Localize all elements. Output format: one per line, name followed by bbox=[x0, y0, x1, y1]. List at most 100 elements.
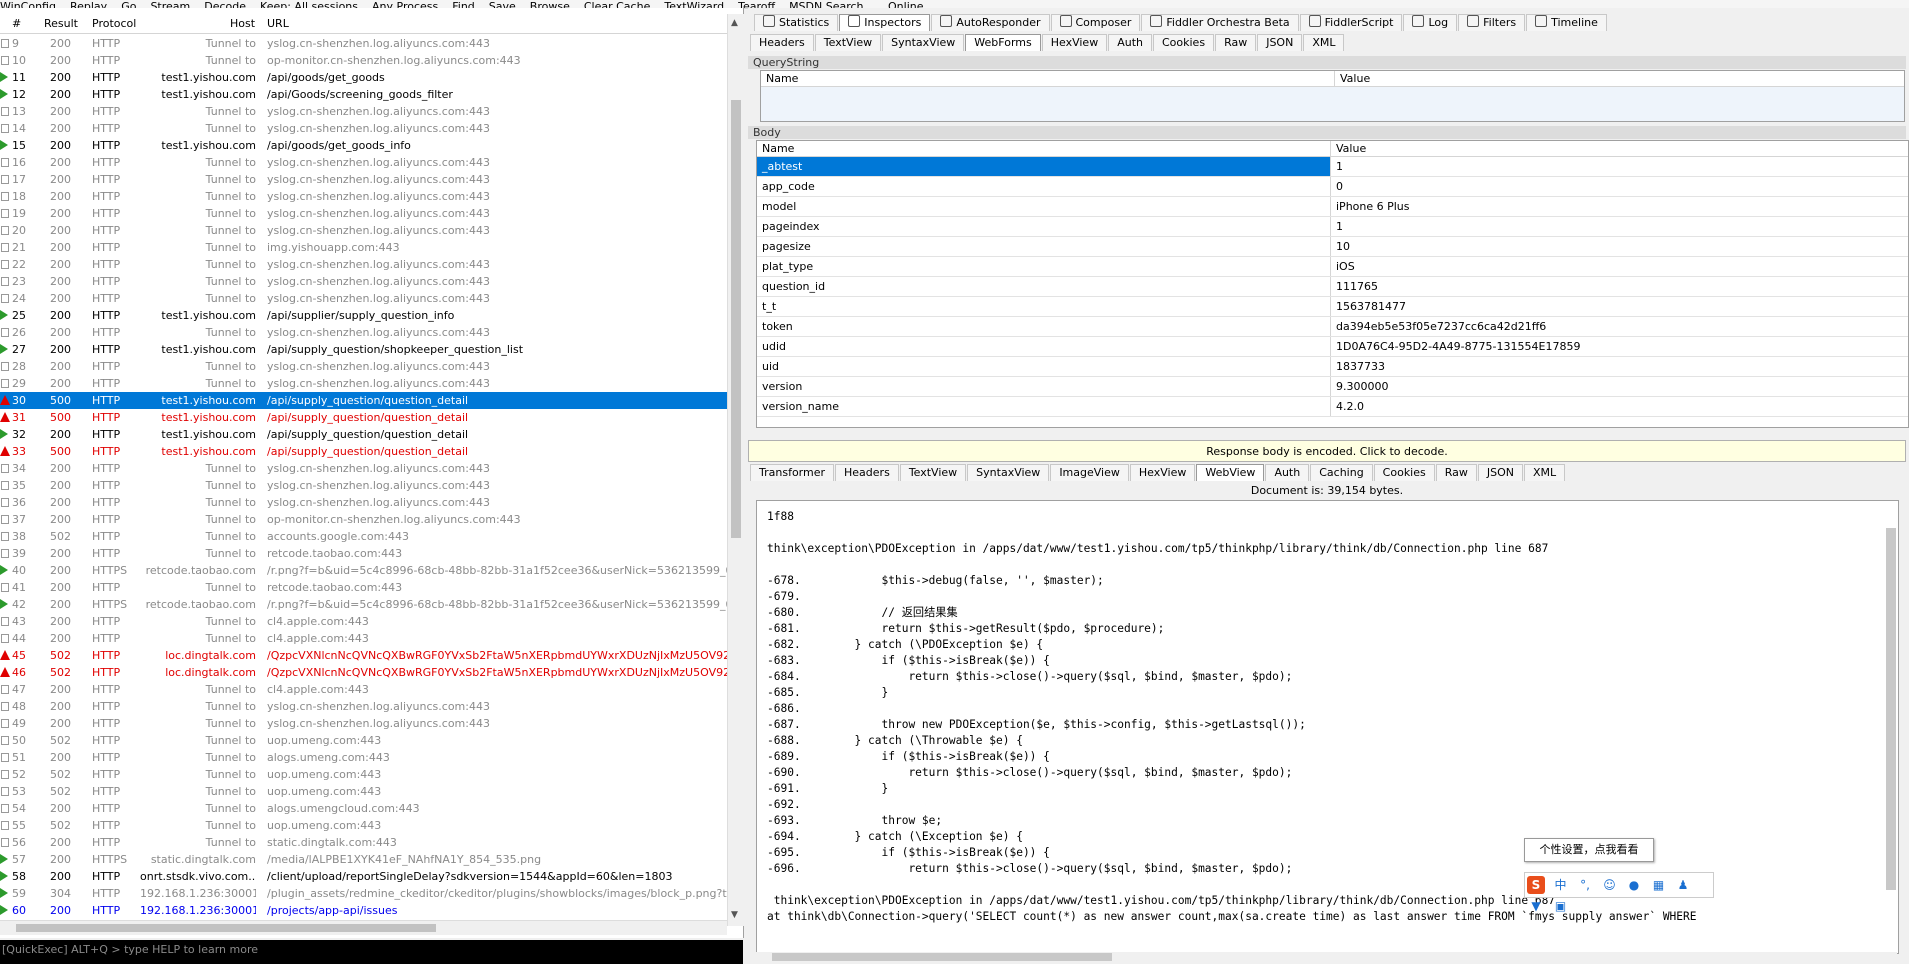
tab-caching[interactable]: Caching bbox=[1310, 464, 1373, 481]
col-result[interactable]: Result bbox=[44, 17, 78, 30]
session-row[interactable]: 44 200 HTTP Tunnel to cl4.apple.com:443 bbox=[0, 630, 727, 647]
session-row[interactable]: 9 200 HTTP Tunnel to yslog.cn-shenzhen.log.a… bbox=[0, 35, 727, 52]
col-protocol[interactable]: Protocol bbox=[92, 17, 136, 30]
punctuation-icon[interactable]: °, bbox=[1576, 876, 1594, 894]
quickexec-bar[interactable]: [QuickExec] ALT+Q > type HELP to learn m… bbox=[0, 940, 743, 964]
tab-filters[interactable]: Filters bbox=[1458, 14, 1526, 31]
quickexec-input[interactable]: [QuickExec] ALT+Q > type HELP to learn m… bbox=[0, 943, 258, 956]
body-row[interactable]: t_t 1563781477 bbox=[757, 297, 1908, 317]
querystring-name-header[interactable]: Name bbox=[761, 71, 1335, 86]
session-row[interactable]: 53 502 HTTP Tunnel to uop.umeng.com:443 bbox=[0, 783, 727, 800]
session-row[interactable]: 37 200 HTTP Tunnel to op-monitor.cn-shenzhen… bbox=[0, 511, 727, 528]
session-row[interactable]: 28 200 HTTP Tunnel to yslog.cn-shenzhen.log.… bbox=[0, 358, 727, 375]
tab-cookies[interactable]: Cookies bbox=[1373, 464, 1435, 481]
session-row[interactable]: 21 200 HTTP Tunnel to img.yishouapp.com:443 bbox=[0, 239, 727, 256]
session-row[interactable]: 22 200 HTTP Tunnel to yslog.cn-shenzhen.log.… bbox=[0, 256, 727, 273]
session-row[interactable]: 26 200 HTTP Tunnel to yslog.cn-shenzhen.log.… bbox=[0, 324, 727, 341]
body-value-header[interactable]: Value bbox=[1332, 141, 1892, 156]
tab-hexview[interactable]: HexView bbox=[1129, 464, 1196, 481]
session-row[interactable]: 35 200 HTTP Tunnel to yslog.cn-shenzhen.log.… bbox=[0, 477, 727, 494]
col-host[interactable]: Host bbox=[230, 17, 255, 30]
tab-xml[interactable]: XML bbox=[1303, 34, 1345, 51]
tab-inspectors[interactable]: Inspectors bbox=[839, 14, 931, 31]
session-row[interactable]: 43 200 HTTP Tunnel to cl4.apple.com:443 bbox=[0, 613, 727, 630]
scrollbar-thumb[interactable] bbox=[731, 100, 741, 538]
tab-autoresponder[interactable]: AutoResponder bbox=[931, 14, 1050, 31]
session-row[interactable]: 36 200 HTTP Tunnel to yslog.cn-shenzhen.log.… bbox=[0, 494, 727, 511]
session-row[interactable]: 30 500 HTTP test1.yishou.com/api/supply_que… bbox=[0, 392, 727, 409]
scrollbar-thumb[interactable] bbox=[1886, 528, 1896, 890]
session-row[interactable]: 46 502 HTTP loc.dingtalk.com/QzpcVXNlcnNcQV… bbox=[0, 664, 727, 681]
session-row[interactable]: 29 200 HTTP Tunnel to yslog.cn-shenzhen.log.… bbox=[0, 375, 727, 392]
querystring-value-header[interactable]: Value bbox=[1336, 71, 1896, 86]
tab-json[interactable]: JSON bbox=[1477, 464, 1524, 481]
session-row[interactable]: 27 200 HTTP test1.yishou.com/api/supply_que… bbox=[0, 341, 727, 358]
body-row[interactable]: app_code 0 bbox=[757, 177, 1908, 197]
session-row[interactable]: 18 200 HTTP Tunnel to yslog.cn-shenzhen.log.… bbox=[0, 188, 727, 205]
tab-syntaxview[interactable]: SyntaxView bbox=[882, 34, 965, 51]
session-list-vscrollbar[interactable]: ▲ ▼ bbox=[727, 14, 744, 926]
session-row[interactable]: 32 200 HTTP test1.yishou.com/api/supply_que… bbox=[0, 426, 727, 443]
body-row[interactable]: token da394eb5e53f05e7237cc6ca42d21ff6 bbox=[757, 317, 1908, 337]
tab-timeline[interactable]: Timeline bbox=[1526, 14, 1607, 31]
toolbox-icon[interactable]: ▣ bbox=[1552, 897, 1570, 915]
session-row[interactable]: 12 200 HTTP test1.yishou.com/api/Goods/scre… bbox=[0, 86, 727, 103]
session-row[interactable]: 54 200 HTTP Tunnel to alogs.umengcloud.com:4… bbox=[0, 800, 727, 817]
tab-composer[interactable]: Composer bbox=[1050, 14, 1141, 31]
decode-banner[interactable]: Response body is encoded. Click to decod… bbox=[748, 440, 1906, 462]
tab-hexview[interactable]: HexView bbox=[1041, 34, 1108, 51]
session-row[interactable]: 59 304 HTTP 192.168.1.236:30001/plugin_asse… bbox=[0, 885, 727, 902]
sogou-logo-icon[interactable]: S bbox=[1527, 876, 1545, 894]
chinese-mode-icon[interactable]: 中 bbox=[1552, 876, 1570, 894]
scroll-up-icon[interactable]: ▲ bbox=[731, 18, 738, 28]
tab-log[interactable]: Log bbox=[1403, 14, 1458, 31]
session-row[interactable]: 14 200 HTTP Tunnel to yslog.cn-shenzhen.log.… bbox=[0, 120, 727, 137]
scrollbar-thumb[interactable] bbox=[772, 953, 1112, 961]
session-row[interactable]: 60 200 HTTP 192.168.1.236:30001/projects/ap… bbox=[0, 902, 727, 919]
tab-imageview[interactable]: ImageView bbox=[1050, 464, 1129, 481]
session-row[interactable]: 25 200 HTTP test1.yishou.com/api/supplier/s… bbox=[0, 307, 727, 324]
tab-webforms[interactable]: WebForms bbox=[965, 34, 1041, 51]
body-row[interactable]: pagesize 10 bbox=[757, 237, 1908, 257]
session-row[interactable]: 31 500 HTTP test1.yishou.com/api/supply_que… bbox=[0, 409, 727, 426]
session-row[interactable]: 48 200 HTTP Tunnel to yslog.cn-shenzhen.log.… bbox=[0, 698, 727, 715]
session-row[interactable]: 56 200 HTTP Tunnel to static.dingtalk.com:44… bbox=[0, 834, 727, 851]
tab-transformer[interactable]: Transformer bbox=[750, 464, 835, 481]
col-url[interactable]: URL bbox=[267, 17, 289, 30]
body-row[interactable]: plat_type iOS bbox=[757, 257, 1908, 277]
body-row[interactable]: version 9.300000 bbox=[757, 377, 1908, 397]
session-row[interactable]: 13 200 HTTP Tunnel to yslog.cn-shenzhen.log.… bbox=[0, 103, 727, 120]
session-row[interactable]: 11 200 HTTP test1.yishou.com/api/goods/get_… bbox=[0, 69, 727, 86]
session-row[interactable]: 45 502 HTTP loc.dingtalk.com/QzpcVXNlcnNcQV… bbox=[0, 647, 727, 664]
scroll-down-icon[interactable]: ▼ bbox=[731, 910, 738, 920]
tab-auth[interactable]: Auth bbox=[1265, 464, 1310, 481]
session-row[interactable]: 42 200 HTTPS retcode.taobao.com/r.png?f=b&u… bbox=[0, 596, 727, 613]
tab-webview[interactable]: WebView bbox=[1196, 464, 1265, 481]
tab-xml[interactable]: XML bbox=[1524, 464, 1566, 481]
tab-cookies[interactable]: Cookies bbox=[1152, 34, 1215, 51]
tab-headers[interactable]: Headers bbox=[750, 34, 814, 51]
body-row[interactable]: model iPhone 6 Plus bbox=[757, 197, 1908, 217]
session-row[interactable]: 38 502 HTTP Tunnel to accounts.google.com:44… bbox=[0, 528, 727, 545]
shirt-icon[interactable]: ▼ bbox=[1527, 897, 1545, 915]
tab-headers[interactable]: Headers bbox=[835, 464, 899, 481]
session-row[interactable]: 34 200 HTTP Tunnel to yslog.cn-shenzhen.log.… bbox=[0, 460, 727, 477]
session-row[interactable]: 15 200 HTTP test1.yishou.com/api/goods/get_… bbox=[0, 137, 727, 154]
session-list-hscrollbar[interactable] bbox=[0, 920, 727, 935]
webview-vscrollbar[interactable] bbox=[1884, 508, 1898, 928]
scrollbar-thumb[interactable] bbox=[16, 924, 436, 932]
session-row[interactable]: 49 200 HTTP Tunnel to yslog.cn-shenzhen.log.… bbox=[0, 715, 727, 732]
tab-fiddlerscript[interactable]: FiddlerScript bbox=[1299, 14, 1403, 31]
tab-auth[interactable]: Auth bbox=[1108, 34, 1152, 51]
session-row[interactable]: 23 200 HTTP Tunnel to yslog.cn-shenzhen.log.… bbox=[0, 273, 727, 290]
session-row[interactable]: 40 200 HTTPS retcode.taobao.com/r.png?f=b&u… bbox=[0, 562, 727, 579]
webview-hscrollbar[interactable] bbox=[756, 952, 1897, 962]
ime-toolbar[interactable]: S 中 °, ☺ ● ▦ ♟ ▼ ▣ bbox=[1524, 872, 1714, 913]
tab-raw[interactable]: Raw bbox=[1215, 34, 1257, 51]
body-row[interactable]: udid 1D0A76C4-95D2-4A49-8775-131554E17859 bbox=[757, 337, 1908, 357]
session-row[interactable]: 20 200 HTTP Tunnel to yslog.cn-shenzhen.log.… bbox=[0, 222, 727, 239]
tab-syntaxview[interactable]: SyntaxView bbox=[967, 464, 1050, 481]
session-row[interactable]: 57 200 HTTPS static.dingtalk.com/media/lALP… bbox=[0, 851, 727, 868]
skin-icon[interactable]: ♟ bbox=[1674, 876, 1692, 894]
session-row[interactable]: 19 200 HTTP Tunnel to yslog.cn-shenzhen.log.… bbox=[0, 205, 727, 222]
